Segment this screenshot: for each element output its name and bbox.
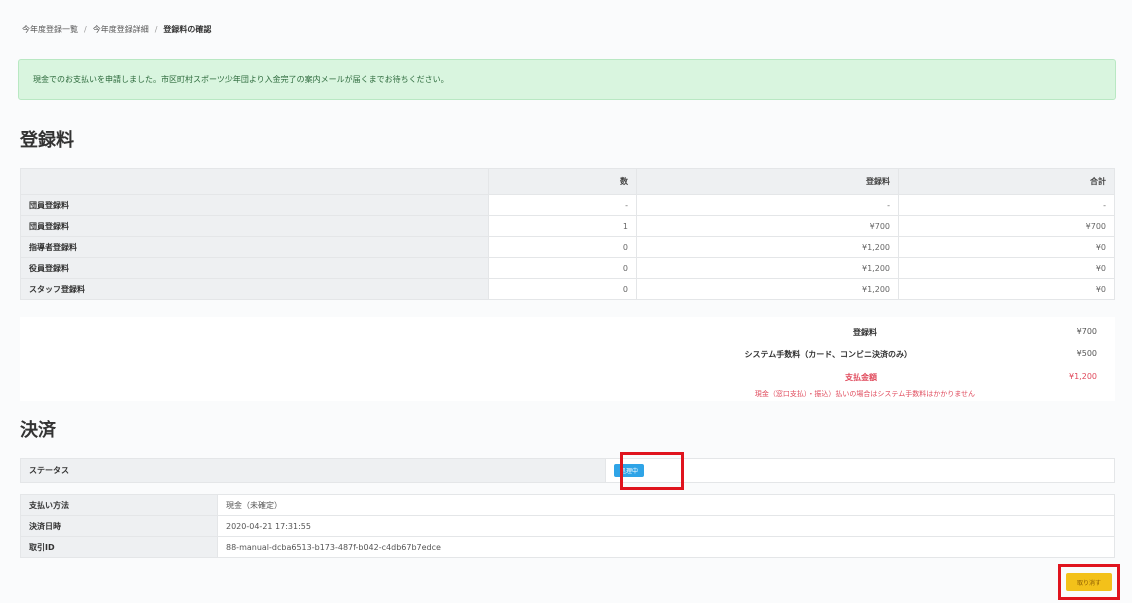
row-total: ¥0 [898,236,1115,258]
fee-note: 現金（窓口支払）・振込）払いの場合はシステム手数料はかかりません [754,390,975,398]
row-fee: ¥1,200 [636,257,899,279]
settlement-section-title: 決済 [20,420,56,441]
breadcrumb-separator: / [154,25,158,34]
subtotal-row: 登録料 ¥700 [677,327,1097,338]
row-label: 役員登録料 [20,257,489,279]
total-label: 支払金額 [845,373,877,382]
button-highlight-box [1058,564,1120,600]
table-row: 団員登録料 - - - [20,194,1115,216]
payment-method-label: 支払い方法 [20,494,218,516]
row-count: - [488,194,637,216]
breadcrumb-current: 登録料の確認 [163,25,212,34]
table-row: 決済日時 2020-04-21 17:31:55 [20,515,1115,537]
row-count: 0 [488,257,637,279]
row-label: 団員登録料 [20,194,489,216]
settlement-detail-table: 支払い方法 現金（未確定） 決済日時 2020-04-21 17:31:55 取… [20,494,1115,558]
row-fee: ¥1,200 [636,236,899,258]
system-fee-row: システム手数料（カード、コンビニ決済のみ） ¥500 [677,349,1097,360]
transaction-id-label: 取引ID [20,536,218,558]
status-table: ステータス 処理中 [20,458,1115,483]
page: 今年度登録一覧 / 今年度登録詳細 / 登録料の確認 現金でのお支払いを申請しま… [0,0,1132,603]
breadcrumb-link-registration-list[interactable]: 今年度登録一覧 [22,24,78,35]
row-total: ¥700 [898,215,1115,237]
header-count: 数 [488,168,637,195]
fee-table: 数 登録料 合計 団員登録料 - - - 団員登録料 1 ¥700 ¥700 指… [20,168,1115,300]
header-label [20,168,489,195]
table-row: 指導者登録料 0 ¥1,200 ¥0 [20,236,1115,258]
row-total: - [898,194,1115,216]
status-highlight-box [620,452,684,490]
row-fee: ¥1,200 [636,278,899,300]
settlement-date-value: 2020-04-21 17:31:55 [217,515,1115,537]
row-fee: ¥700 [636,215,899,237]
payment-method-value: 現金（未確定） [217,494,1115,516]
table-row: 団員登録料 1 ¥700 ¥700 [20,215,1115,237]
system-fee-label: システム手数料（カード、コンビニ決済のみ） [744,350,912,359]
table-row: スタッフ登録料 0 ¥1,200 ¥0 [20,278,1115,300]
row-fee: - [636,194,899,216]
table-row: 取引ID 88-manual-dcba6513-b173-487f-b042-c… [20,536,1115,558]
transaction-id-value: 88-manual-dcba6513-b173-487f-b042-c4db67… [217,536,1115,558]
status-row: ステータス 処理中 [20,458,1115,483]
settlement-date-label: 決済日時 [20,515,218,537]
row-total: ¥0 [898,278,1115,300]
table-row: 役員登録料 0 ¥1,200 ¥0 [20,257,1115,279]
row-count: 0 [488,236,637,258]
status-label: ステータス [20,458,606,483]
breadcrumb: 今年度登録一覧 / 今年度登録詳細 / 登録料の確認 [22,24,211,35]
row-count: 1 [488,215,637,237]
table-row: 支払い方法 現金（未確定） [20,494,1115,516]
total-value: ¥1,200 [1069,372,1097,381]
row-count: 0 [488,278,637,300]
row-total: ¥0 [898,257,1115,279]
row-label: スタッフ登録料 [20,278,489,300]
row-label: 指導者登録料 [20,236,489,258]
row-label: 団員登録料 [20,215,489,237]
fee-summary: 登録料 ¥700 システム手数料（カード、コンビニ決済のみ） ¥500 支払金額… [20,317,1115,401]
breadcrumb-separator: / [84,25,87,34]
breadcrumb-link-registration-detail[interactable]: 今年度登録詳細 [93,24,149,35]
total-row: 支払金額 ¥1,200 [677,372,1097,383]
system-fee-value: ¥500 [1076,349,1097,358]
subtotal-value: ¥700 [1076,327,1097,336]
success-alert: 現金でのお支払いを申請しました。市区町村スポーツ少年団より入金完了の案内メールが… [18,59,1116,100]
header-fee: 登録料 [636,168,899,195]
fee-section-title: 登録料 [20,130,74,151]
header-total: 合計 [898,168,1115,195]
subtotal-label: 登録料 [853,328,877,337]
fee-table-header: 数 登録料 合計 [20,168,1115,195]
